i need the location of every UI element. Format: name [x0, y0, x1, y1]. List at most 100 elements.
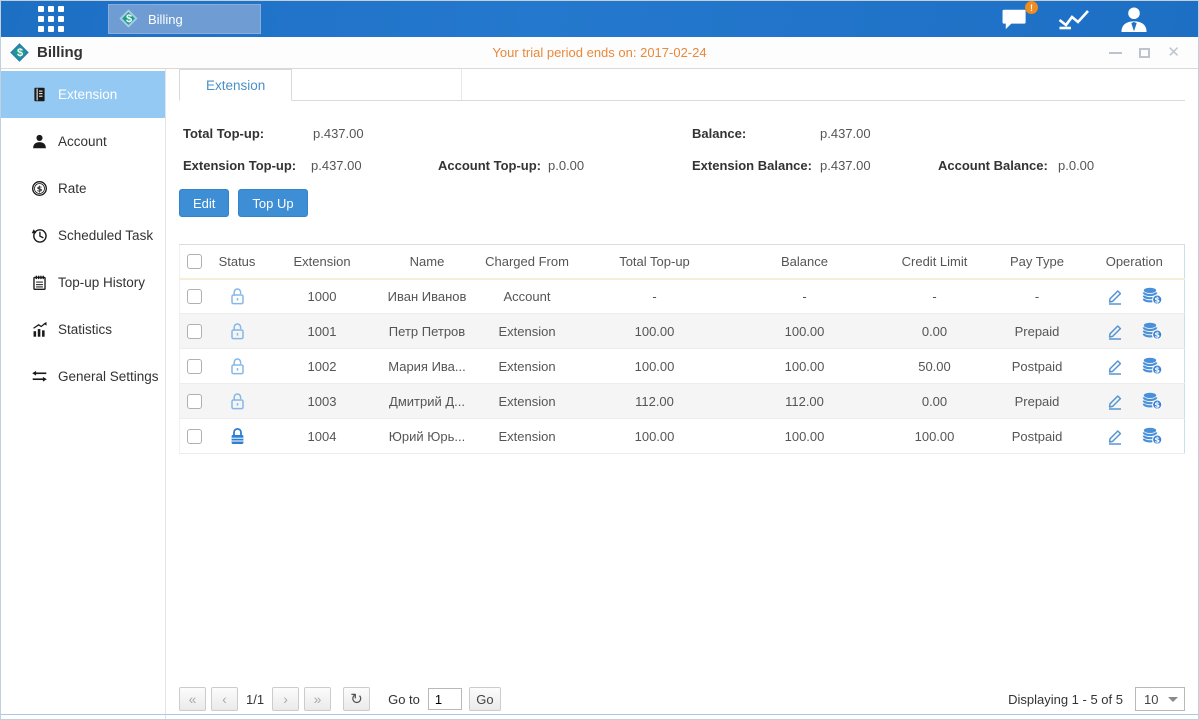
cell-credit-limit: 0.00	[880, 314, 990, 349]
tab-extension[interactable]: Extension	[179, 69, 292, 101]
table-toolbar: Edit Top Up	[179, 189, 1185, 217]
sidebar-item-statistics[interactable]: Statistics	[1, 306, 165, 353]
first-page-button[interactable]: «	[179, 687, 206, 711]
lock-open-icon[interactable]	[229, 357, 246, 376]
app-launcher-grid-icon[interactable]	[38, 6, 64, 32]
edit-button[interactable]: Edit	[179, 189, 229, 217]
previous-page-button[interactable]: ‹	[211, 687, 238, 711]
lock-open-icon[interactable]	[229, 322, 246, 341]
svg-text:$: $	[1154, 401, 1160, 410]
next-page-button[interactable]: ›	[272, 687, 299, 711]
column-header-pay-type: Pay Type	[990, 245, 1085, 279]
extension-balance-label: Extension Balance:	[692, 158, 820, 173]
goto-page-input[interactable]	[428, 688, 462, 710]
messages-icon[interactable]: !	[1000, 7, 1030, 31]
table-row: 1004Юрий Юрь...Extension100.00100.00100.…	[180, 419, 1185, 454]
lock-open-icon[interactable]	[229, 287, 246, 306]
sidebar-item-label: Account	[58, 134, 107, 149]
lock-closed-icon[interactable]	[229, 427, 246, 446]
cell-name: Иван Иванов	[380, 279, 475, 314]
cell-charged-from: Extension	[475, 419, 580, 454]
edit-row-icon[interactable]	[1106, 428, 1124, 445]
table-row: 1001Петр ПетровExtension100.00100.000.00…	[180, 314, 1185, 349]
cell-pay-type: -	[990, 279, 1085, 314]
user-account-icon[interactable]	[1118, 6, 1150, 33]
row-checkbox[interactable]	[187, 289, 202, 304]
goto-label: Go to	[388, 692, 420, 707]
cell-charged-from: Account	[475, 279, 580, 314]
edit-row-icon[interactable]	[1106, 323, 1124, 340]
cell-balance: 112.00	[730, 384, 880, 419]
coin-icon: $	[29, 180, 49, 197]
maximize-button[interactable]	[1139, 48, 1150, 58]
cell-extension: 1001	[265, 314, 380, 349]
edit-row-icon[interactable]	[1106, 288, 1124, 305]
trial-period-notice: Your trial period ends on: 2017-02-24	[492, 45, 706, 60]
taskbar-tab-billing[interactable]: $ Billing	[108, 4, 261, 34]
row-checkbox[interactable]	[187, 394, 202, 409]
minimize-button[interactable]	[1109, 52, 1122, 54]
svg-text:$: $	[1154, 296, 1160, 305]
row-checkbox[interactable]	[187, 324, 202, 339]
sidebar-item-account[interactable]: Account	[1, 118, 165, 165]
billing-window-icon: $	[9, 42, 31, 64]
ledger-icon	[29, 86, 49, 103]
topbar-status-icons: !	[1000, 6, 1198, 33]
content-area: Extension Total Top-up: p.437.00 Balance…	[166, 69, 1198, 720]
close-button[interactable]: ✕	[1167, 45, 1180, 60]
cell-credit-limit: 0.00	[880, 384, 990, 419]
svg-text:$: $	[1154, 436, 1160, 445]
row-checkbox[interactable]	[187, 429, 202, 444]
account-balance-label: Account Balance:	[938, 158, 1058, 173]
cell-pay-type: Prepaid	[990, 384, 1085, 419]
svg-text:$: $	[36, 184, 42, 193]
edit-row-icon[interactable]	[1106, 358, 1124, 375]
table-row: 1002Мария Ива...Extension100.00100.0050.…	[180, 349, 1185, 384]
chevron-down-icon	[1168, 697, 1178, 702]
cell-extension: 1002	[265, 349, 380, 384]
window-title: Billing	[37, 44, 83, 61]
taskbar-tab-label: Billing	[148, 12, 183, 27]
cell-balance: -	[730, 279, 880, 314]
sidebar-item-extension[interactable]: Extension	[1, 71, 165, 118]
statistics-chart-icon[interactable]	[1058, 7, 1090, 31]
balance-value: p.437.00	[820, 126, 1185, 141]
top-up-row-icon[interactable]: $	[1142, 427, 1163, 445]
column-header-balance: Balance	[730, 245, 880, 279]
row-checkbox[interactable]	[187, 359, 202, 374]
cell-name: Петр Петров	[380, 314, 475, 349]
column-header-name: Name	[380, 245, 475, 279]
select-all-checkbox[interactable]	[187, 254, 202, 269]
cell-extension: 1000	[265, 279, 380, 314]
sidebar-item-top-up-history[interactable]: Top-up History	[1, 259, 165, 306]
top-up-row-icon[interactable]: $	[1142, 287, 1163, 305]
table-header-row: StatusExtensionNameCharged FromTotal Top…	[180, 245, 1185, 279]
cell-charged-from: Extension	[475, 349, 580, 384]
total-topup-label: Total Top-up:	[183, 126, 313, 141]
last-page-button[interactable]: »	[304, 687, 331, 711]
top-up-button[interactable]: Top Up	[238, 189, 307, 217]
sidebar-item-rate[interactable]: $Rate	[1, 165, 165, 212]
cell-balance: 100.00	[730, 314, 880, 349]
account-topup-label: Account Top-up:	[438, 158, 548, 173]
desktop-topbar: $ Billing !	[1, 1, 1198, 37]
billing-app-window: $ Billing ! $ Billing Your trial period …	[0, 0, 1199, 720]
refresh-icon[interactable]: ↻	[343, 687, 370, 711]
sidebar-item-scheduled-task[interactable]: Scheduled Task	[1, 212, 165, 259]
tab-strip-spacer	[292, 69, 462, 100]
lock-open-icon[interactable]	[229, 392, 246, 411]
go-button[interactable]: Go	[469, 687, 501, 711]
page-size-dropdown[interactable]: 10	[1135, 687, 1185, 711]
top-up-row-icon[interactable]: $	[1142, 392, 1163, 410]
sidebar-item-general-settings[interactable]: General Settings	[1, 353, 165, 400]
edit-row-icon[interactable]	[1106, 393, 1124, 410]
cell-extension: 1004	[265, 419, 380, 454]
top-up-row-icon[interactable]: $	[1142, 322, 1163, 340]
sidebar-item-label: Statistics	[58, 322, 112, 337]
cell-name: Дмитрий Д...	[380, 384, 475, 419]
top-up-row-icon[interactable]: $	[1142, 357, 1163, 375]
cell-total-top-up: 112.00	[580, 384, 730, 419]
cell-balance: 100.00	[730, 349, 880, 384]
window-titlebar: $ Billing Your trial period ends on: 201…	[1, 37, 1198, 69]
window-title-group: $ Billing	[9, 42, 83, 64]
